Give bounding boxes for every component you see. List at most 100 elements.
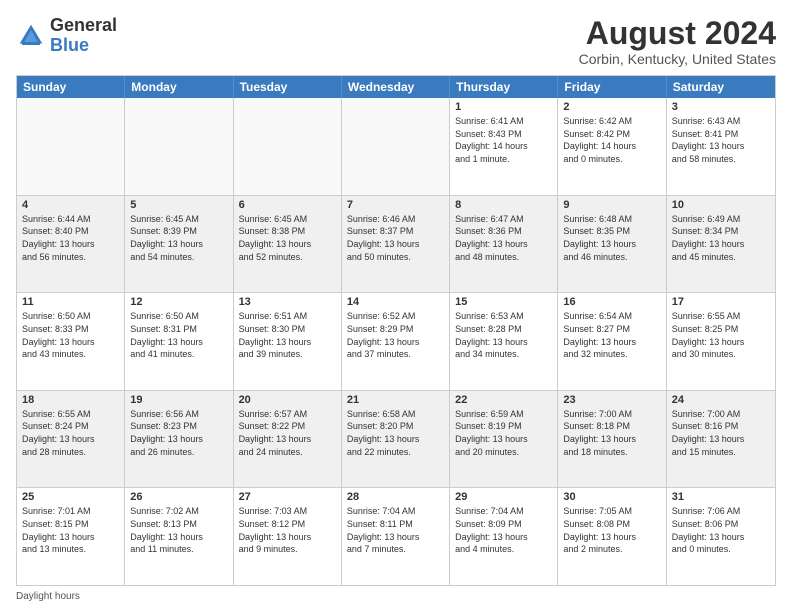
day-info: Sunrise: 6:55 AM Sunset: 8:25 PM Dayligh… (672, 310, 770, 360)
day-number: 7 (347, 199, 444, 211)
day-cell-25: 25Sunrise: 7:01 AM Sunset: 8:15 PM Dayli… (17, 488, 125, 585)
footer-note: Daylight hours (16, 591, 776, 602)
header: General Blue August 2024 Corbin, Kentuck… (16, 16, 776, 67)
day-number: 25 (22, 491, 119, 503)
day-of-week-wednesday: Wednesday (342, 76, 450, 98)
day-info: Sunrise: 6:44 AM Sunset: 8:40 PM Dayligh… (22, 213, 119, 263)
day-info: Sunrise: 6:57 AM Sunset: 8:22 PM Dayligh… (239, 408, 336, 458)
month-year: August 2024 (579, 16, 776, 51)
day-cell-26: 26 Sunrise: 7:02 AM Sunset: 8:13 PM Dayli… (125, 488, 233, 585)
day-cell-11: 11 Sunrise: 6:50 AM Sunset: 8:33 PM Dayli… (17, 293, 125, 390)
day-info: Sunrise: 6:50 AM Sunset: 8:33 PM Dayligh… (22, 310, 119, 360)
day-of-week-sunday: Sunday (17, 76, 125, 98)
day-cell-27: 27 Sunrise: 7:03 AM Sunset: 8:12 PM Dayli… (234, 488, 342, 585)
logo-icon (16, 21, 46, 51)
calendar-row-1: 4 Sunrise: 6:44 AM Sunset: 8:40 PM Daylig… (17, 195, 775, 293)
logo-text: General Blue (50, 16, 117, 56)
day-number: 5 (130, 199, 227, 211)
day-number: 28 (347, 491, 444, 503)
day-number: 15 (455, 296, 552, 308)
day-cell-16: 16 Sunrise: 6:54 AM Sunset: 8:27 PM Dayli… (558, 293, 666, 390)
calendar-row-2: 11 Sunrise: 6:50 AM Sunset: 8:33 PM Dayli… (17, 292, 775, 390)
day-number: 6 (239, 199, 336, 211)
day-cell-2: 2 Sunrise: 6:42 AM Sunset: 8:42 PM Daylig… (558, 98, 666, 195)
day-number: 23 (563, 394, 660, 406)
day-info: Sunrise: 6:50 AM Sunset: 8:31 PM Dayligh… (130, 310, 227, 360)
day-info: Sunrise: 6:52 AM Sunset: 8:29 PM Dayligh… (347, 310, 444, 360)
day-number: 11 (22, 296, 119, 308)
calendar: SundayMondayTuesdayWednesdayThursdayFrid… (16, 75, 776, 586)
day-number: 4 (22, 199, 119, 211)
day-cell-19: 19Sunrise: 6:56 AM Sunset: 8:23 PM Dayli… (125, 391, 233, 488)
day-number: 8 (455, 199, 552, 211)
daylight-hours-label: Daylight hours (16, 591, 80, 602)
day-cell-3: 3 Sunrise: 6:43 AM Sunset: 8:41 PM Daylig… (667, 98, 775, 195)
day-number: 9 (563, 199, 660, 211)
day-of-week-friday: Friday (558, 76, 666, 98)
day-info: Sunrise: 6:59 AM Sunset: 8:19 PM Dayligh… (455, 408, 552, 458)
calendar-header: SundayMondayTuesdayWednesdayThursdayFrid… (17, 76, 775, 98)
day-number: 29 (455, 491, 552, 503)
calendar-body: 1Sunrise: 6:41 AM Sunset: 8:43 PM Daylig… (17, 98, 775, 585)
day-cell-5: 5 Sunrise: 6:45 AM Sunset: 8:39 PM Daylig… (125, 196, 233, 293)
day-info: Sunrise: 6:49 AM Sunset: 8:34 PM Dayligh… (672, 213, 770, 263)
logo: General Blue (16, 16, 117, 56)
day-info: Sunrise: 7:02 AM Sunset: 8:13 PM Dayligh… (130, 505, 227, 555)
day-of-week-saturday: Saturday (667, 76, 775, 98)
day-info: Sunrise: 6:43 AM Sunset: 8:41 PM Dayligh… (672, 115, 770, 165)
empty-cell (342, 98, 450, 195)
day-info: Sunrise: 6:45 AM Sunset: 8:39 PM Dayligh… (130, 213, 227, 263)
day-cell-15: 15 Sunrise: 6:53 AM Sunset: 8:28 PM Dayli… (450, 293, 558, 390)
day-cell-9: 9 Sunrise: 6:48 AM Sunset: 8:35 PM Daylig… (558, 196, 666, 293)
day-cell-31: 31Sunrise: 7:06 AM Sunset: 8:06 PM Dayli… (667, 488, 775, 585)
page: General Blue August 2024 Corbin, Kentuck… (0, 0, 792, 612)
day-cell-29: 29Sunrise: 7:04 AM Sunset: 8:09 PM Dayli… (450, 488, 558, 585)
day-cell-14: 14 Sunrise: 6:52 AM Sunset: 8:29 PM Dayli… (342, 293, 450, 390)
day-number: 2 (563, 101, 660, 113)
day-cell-17: 17Sunrise: 6:55 AM Sunset: 8:25 PM Dayli… (667, 293, 775, 390)
day-cell-21: 21Sunrise: 6:58 AM Sunset: 8:20 PM Dayli… (342, 391, 450, 488)
calendar-row-3: 18Sunrise: 6:55 AM Sunset: 8:24 PM Dayli… (17, 390, 775, 488)
day-cell-23: 23Sunrise: 7:00 AM Sunset: 8:18 PM Dayli… (558, 391, 666, 488)
day-cell-18: 18Sunrise: 6:55 AM Sunset: 8:24 PM Dayli… (17, 391, 125, 488)
day-of-week-thursday: Thursday (450, 76, 558, 98)
day-cell-30: 30Sunrise: 7:05 AM Sunset: 8:08 PM Dayli… (558, 488, 666, 585)
empty-cell (234, 98, 342, 195)
day-number: 3 (672, 101, 770, 113)
day-cell-6: 6Sunrise: 6:45 AM Sunset: 8:38 PM Daylig… (234, 196, 342, 293)
day-number: 26 (130, 491, 227, 503)
day-cell-1: 1Sunrise: 6:41 AM Sunset: 8:43 PM Daylig… (450, 98, 558, 195)
day-info: Sunrise: 6:53 AM Sunset: 8:28 PM Dayligh… (455, 310, 552, 360)
day-cell-10: 10 Sunrise: 6:49 AM Sunset: 8:34 PM Dayli… (667, 196, 775, 293)
day-of-week-monday: Monday (125, 76, 233, 98)
day-info: Sunrise: 6:55 AM Sunset: 8:24 PM Dayligh… (22, 408, 119, 458)
day-info: Sunrise: 7:00 AM Sunset: 8:16 PM Dayligh… (672, 408, 770, 458)
day-info: Sunrise: 6:51 AM Sunset: 8:30 PM Dayligh… (239, 310, 336, 360)
calendar-row-4: 25Sunrise: 7:01 AM Sunset: 8:15 PM Dayli… (17, 487, 775, 585)
day-info: Sunrise: 6:47 AM Sunset: 8:36 PM Dayligh… (455, 213, 552, 263)
day-of-week-tuesday: Tuesday (234, 76, 342, 98)
day-number: 31 (672, 491, 770, 503)
day-cell-20: 20Sunrise: 6:57 AM Sunset: 8:22 PM Dayli… (234, 391, 342, 488)
day-info: Sunrise: 6:58 AM Sunset: 8:20 PM Dayligh… (347, 408, 444, 458)
day-info: Sunrise: 6:56 AM Sunset: 8:23 PM Dayligh… (130, 408, 227, 458)
day-info: Sunrise: 6:54 AM Sunset: 8:27 PM Dayligh… (563, 310, 660, 360)
day-cell-28: 28Sunrise: 7:04 AM Sunset: 8:11 PM Dayli… (342, 488, 450, 585)
day-number: 1 (455, 101, 552, 113)
day-cell-12: 12 Sunrise: 6:50 AM Sunset: 8:31 PM Dayli… (125, 293, 233, 390)
day-cell-22: 22 Sunrise: 6:59 AM Sunset: 8:19 PM Dayli… (450, 391, 558, 488)
empty-cell (17, 98, 125, 195)
day-number: 22 (455, 394, 552, 406)
day-number: 12 (130, 296, 227, 308)
day-cell-8: 8 Sunrise: 6:47 AM Sunset: 8:36 PM Daylig… (450, 196, 558, 293)
day-info: Sunrise: 6:42 AM Sunset: 8:42 PM Dayligh… (563, 115, 660, 165)
day-number: 13 (239, 296, 336, 308)
day-number: 10 (672, 199, 770, 211)
day-number: 16 (563, 296, 660, 308)
day-number: 30 (563, 491, 660, 503)
day-cell-4: 4 Sunrise: 6:44 AM Sunset: 8:40 PM Daylig… (17, 196, 125, 293)
day-number: 27 (239, 491, 336, 503)
day-number: 14 (347, 296, 444, 308)
day-info: Sunrise: 6:48 AM Sunset: 8:35 PM Dayligh… (563, 213, 660, 263)
day-info: Sunrise: 7:03 AM Sunset: 8:12 PM Dayligh… (239, 505, 336, 555)
